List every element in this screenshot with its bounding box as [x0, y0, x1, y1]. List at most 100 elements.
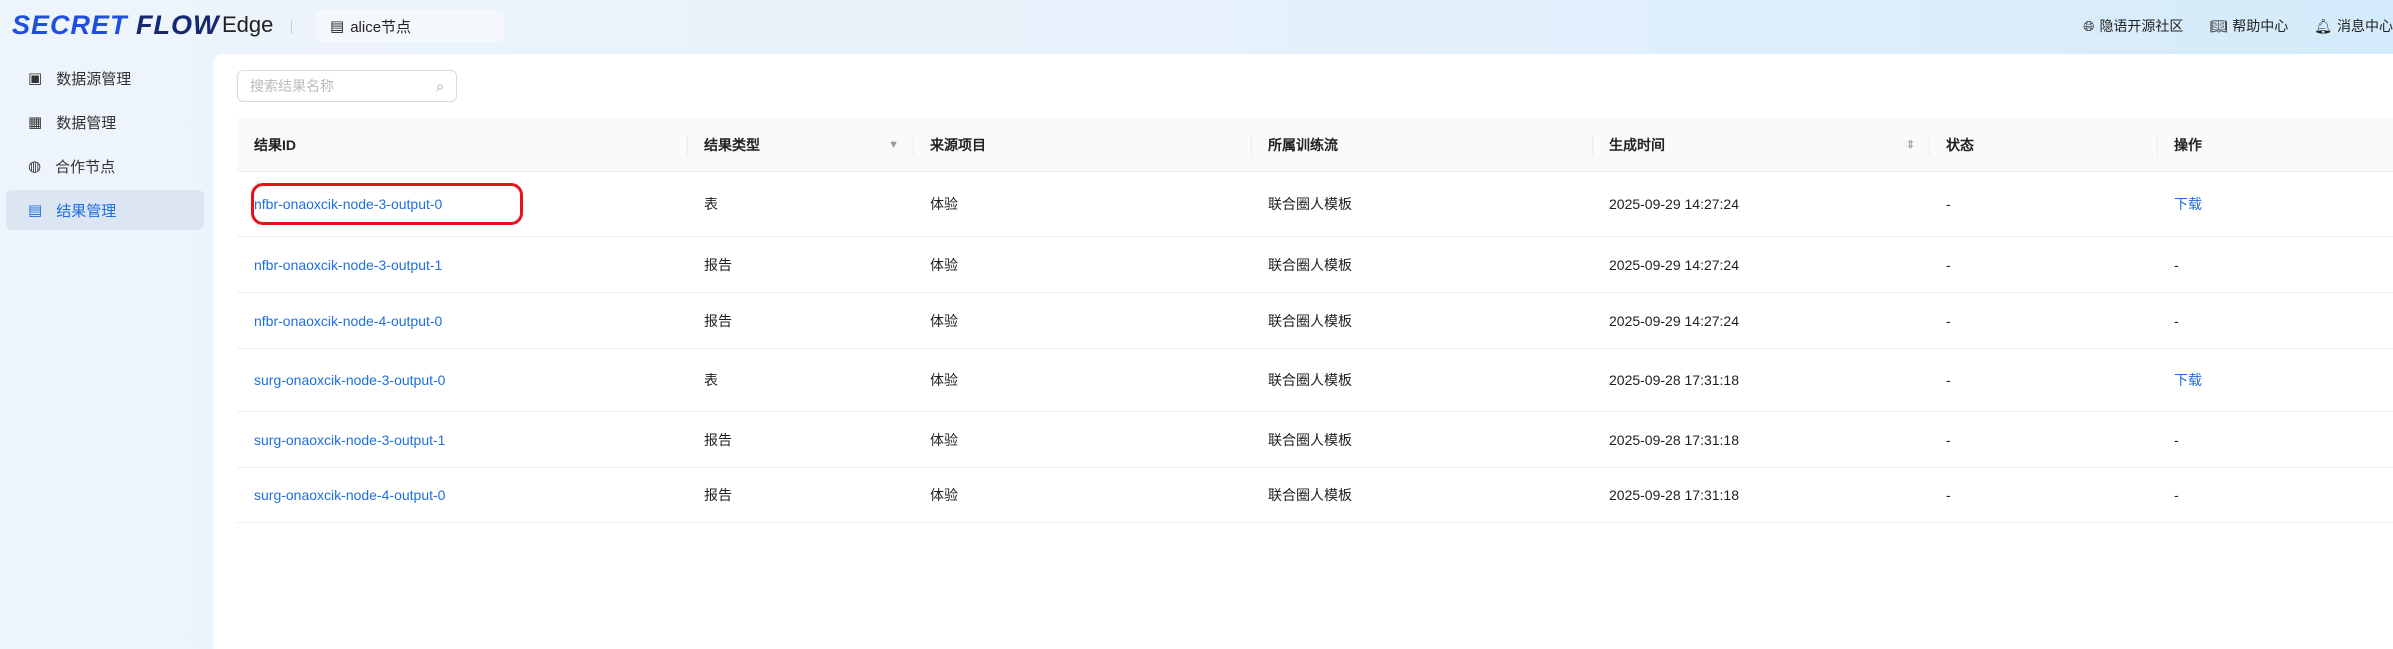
- col-status: 状态: [1929, 118, 2157, 171]
- action-cell: 下载: [2157, 172, 2393, 236]
- source-project-cell: 体验: [913, 412, 1251, 467]
- search-input[interactable]: 搜索结果名称 ⌕: [237, 70, 457, 102]
- status: -: [1946, 196, 1951, 212]
- training-flow: 联合圈人模板: [1268, 312, 1352, 329]
- search-icon[interactable]: ⌕: [436, 78, 444, 95]
- status: -: [1946, 487, 1951, 503]
- training-flow: 联合圈人模板: [1268, 431, 1352, 448]
- training-flow-cell: 联合圈人模板: [1251, 237, 1592, 292]
- link-label: 消息中心: [2337, 18, 2393, 34]
- table-row: nfbr-onaoxcik-node-3-output-0 表 体验 联合圈人模板 20…: [237, 172, 2393, 237]
- sidebar-item-label: 数据管理: [56, 114, 117, 132]
- link-label: 隐语开源社区: [2099, 18, 2184, 34]
- action-cell: -: [2157, 293, 2393, 348]
- download-link[interactable]: 下载: [2174, 194, 2202, 214]
- messages-link[interactable]: 🔔︎ 消息中心: [2314, 16, 2393, 36]
- result-id-link[interactable]: nfbr-onaoxcik-node-3-output-0: [251, 183, 523, 225]
- link-label: 帮助中心: [2232, 18, 2289, 34]
- sort-icon[interactable]: ⇕: [1906, 138, 1915, 151]
- status-cell: -: [1929, 468, 2157, 522]
- result-id-link[interactable]: nfbr-onaoxcik-node-3-output-1: [254, 257, 442, 273]
- action: -: [2174, 312, 2179, 329]
- result-type-cell: 报告: [687, 468, 913, 522]
- table-header: 结果ID 结果类型 ▼ 来源项目 所属训练流 生成时间 ⇕ 状态 操作: [237, 118, 2393, 172]
- training-flow-cell: 联合圈人模板: [1251, 412, 1592, 467]
- logo: SECRET FLOW: [12, 10, 220, 40]
- action-cell: 下载: [2157, 349, 2393, 411]
- status-cell: -: [1929, 293, 2157, 348]
- sidebar-item-partners[interactable]: ◍ 合作节点: [6, 146, 204, 186]
- training-flow-cell: 联合圈人模板: [1251, 349, 1592, 411]
- source-project: 体验: [930, 256, 958, 273]
- training-flow: 联合圈人模板: [1268, 196, 1352, 212]
- training-flow-cell: 联合圈人模板: [1251, 468, 1592, 522]
- help-link[interactable]: 📖︎ 帮助中心: [2209, 16, 2288, 36]
- source-project-cell: 体验: [913, 237, 1251, 292]
- action: -: [2174, 431, 2179, 448]
- result-id-link[interactable]: surg-onaoxcik-node-3-output-1: [254, 432, 445, 448]
- result-type: 表: [704, 372, 718, 388]
- result-type: 报告: [704, 312, 732, 329]
- result-type: 报告: [704, 487, 732, 503]
- source-project: 体验: [930, 196, 958, 212]
- node-label: alice节点: [350, 18, 412, 36]
- result-id-link[interactable]: surg-onaoxcik-node-3-output-0: [254, 372, 445, 388]
- created-time: 2025-09-29 14:27:24: [1609, 196, 1739, 212]
- source-project-cell: 体验: [913, 468, 1251, 522]
- main-content: 搜索结果名称 ⌕ 结果ID 结果类型 ▼ 来源项目 所属训练流 生成时间 ⇕ 状态 操…: [213, 54, 2393, 649]
- sidebar-item-label: 结果管理: [56, 202, 117, 220]
- download-link[interactable]: 下载: [2174, 370, 2202, 390]
- filter-icon[interactable]: ▼: [888, 139, 899, 151]
- result-id-link[interactable]: surg-onaoxcik-node-4-output-0: [254, 487, 445, 503]
- search-placeholder: 搜索结果名称: [250, 78, 334, 94]
- created-time-cell: 2025-09-28 17:31:18: [1592, 468, 1929, 522]
- status: -: [1946, 431, 1951, 448]
- training-flow: 联合圈人模板: [1268, 487, 1352, 503]
- source-project-cell: 体验: [913, 349, 1251, 411]
- sidebar-item-data[interactable]: ▦ 数据管理: [6, 102, 204, 142]
- result-type: 报告: [704, 431, 732, 448]
- created-time: 2025-09-28 17:31:18: [1609, 372, 1739, 388]
- globe-icon: 🌐︎: [2083, 17, 2095, 34]
- training-flow-cell: 联合圈人模板: [1251, 172, 1592, 236]
- status-cell: -: [1929, 237, 2157, 292]
- sidebar-item-label: 合作节点: [55, 158, 116, 176]
- result-id-link-cell: nfbr-onaoxcik-node-4-output-0: [237, 293, 687, 348]
- source-project: 体验: [930, 312, 958, 329]
- result-id-link-cell: nfbr-onaoxcik-node-3-output-0: [237, 172, 687, 236]
- table-row: nfbr-onaoxcik-node-4-output-0 报告 体验 联合圈人模板 2…: [237, 293, 2393, 349]
- result-type-cell: 报告: [687, 237, 913, 292]
- action-cell: -: [2157, 412, 2393, 467]
- col-time: 生成时间 ⇕: [1592, 118, 1929, 171]
- training-flow: 联合圈人模板: [1268, 256, 1352, 273]
- result-type-cell: 报告: [687, 293, 913, 348]
- table-row: surg-onaoxcik-node-3-output-0 表 体验 联合圈人模板 20…: [237, 349, 2393, 412]
- result-id-link-cell: surg-onaoxcik-node-3-output-0: [237, 349, 687, 411]
- sidebar-item-results[interactable]: ▤ 结果管理: [6, 190, 204, 230]
- col-flow: 所属训练流: [1251, 118, 1592, 171]
- sidebar-item-datasource[interactable]: ▣ 数据源管理: [6, 58, 204, 98]
- action-cell: -: [2157, 468, 2393, 522]
- col-label: 结果类型: [704, 136, 760, 153]
- status-cell: -: [1929, 172, 2157, 236]
- created-time: 2025-09-28 17:31:18: [1609, 431, 1739, 448]
- created-time-cell: 2025-09-29 14:27:24: [1592, 293, 1929, 348]
- status-cell: -: [1929, 349, 2157, 411]
- results-icon: ▤: [28, 202, 43, 219]
- col-actions: 操作: [2157, 118, 2393, 171]
- created-time: 2025-09-29 14:27:24: [1609, 312, 1739, 329]
- col-type: 结果类型 ▼: [687, 118, 913, 171]
- created-time: 2025-09-29 14:27:24: [1609, 256, 1739, 273]
- result-type-cell: 报告: [687, 412, 913, 467]
- action-cell: -: [2157, 237, 2393, 292]
- status: -: [1946, 312, 1951, 329]
- created-time-cell: 2025-09-28 17:31:18: [1592, 412, 1929, 467]
- node-selector[interactable]: ▤ alice节点: [316, 10, 504, 42]
- book-icon: 📖︎: [2209, 17, 2228, 34]
- community-link[interactable]: 🌐︎ 隐语开源社区: [2083, 16, 2183, 36]
- globe-icon: ◍: [28, 158, 42, 175]
- result-id-link[interactable]: nfbr-onaoxcik-node-4-output-0: [254, 313, 442, 329]
- created-time-cell: 2025-09-28 17:31:18: [1592, 349, 1929, 411]
- results-table: 结果ID 结果类型 ▼ 来源项目 所属训练流 生成时间 ⇕ 状态 操作 nfbr-o…: [237, 118, 2393, 523]
- action: -: [2174, 256, 2179, 273]
